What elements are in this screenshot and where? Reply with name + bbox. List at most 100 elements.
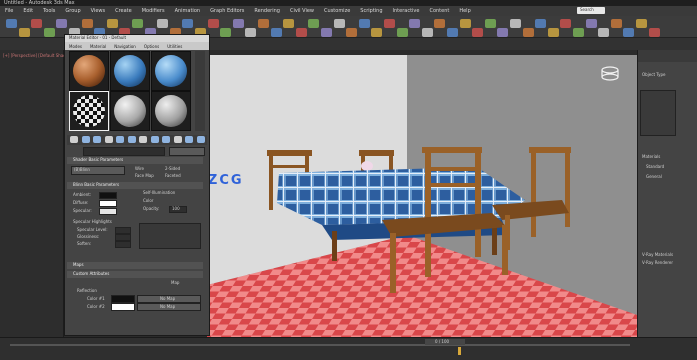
faceted-checkbox[interactable]: Faceted	[165, 173, 181, 178]
perspective-viewport[interactable]	[207, 55, 637, 337]
menu-item-tools[interactable]: Tools	[38, 8, 60, 14]
diffuse-swatch[interactable]	[99, 200, 117, 207]
toolbar-tool-icon[interactable]	[358, 19, 370, 28]
toolbar-tool-icon[interactable]	[510, 19, 521, 28]
toolbar-tool-icon[interactable]	[547, 28, 559, 37]
me-menu-options[interactable]: Options	[140, 44, 163, 49]
material-type-button[interactable]	[169, 147, 205, 156]
toolbar-tool-icon[interactable]	[598, 28, 610, 37]
toolbar-tool-icon[interactable]	[258, 19, 269, 28]
maps-rollout-header[interactable]: Maps	[67, 262, 203, 269]
toolbar-tool-icon[interactable]	[585, 19, 597, 28]
menu-item-customize[interactable]: Customize	[319, 8, 355, 14]
me-menu-utilities[interactable]: Utilities	[163, 44, 186, 49]
soften-spinner[interactable]	[115, 241, 131, 248]
face-map-checkbox[interactable]: Face Map	[135, 173, 154, 178]
toolbar-tool-icon[interactable]	[623, 28, 635, 37]
menu-item-graph-editors[interactable]: Graph Editors	[205, 8, 249, 14]
menu-item-interactive[interactable]: Interactive	[388, 8, 425, 14]
toolbar-tool-icon[interactable]	[610, 19, 622, 28]
toolbar-tool-icon[interactable]	[245, 28, 257, 37]
toolbar-tool-icon[interactable]	[295, 28, 307, 37]
toolbar-tool-icon[interactable]	[270, 28, 282, 37]
material-slot-wood[interactable]	[69, 51, 109, 91]
custom-attributes-rollout-header[interactable]: Custom Attributes	[67, 271, 203, 278]
toolbar-tool-icon[interactable]	[308, 19, 320, 28]
menu-item-scripting[interactable]: Scripting	[355, 8, 387, 14]
material-tool-icon[interactable]	[70, 136, 78, 143]
color-a-map-button[interactable]: No Map	[137, 295, 201, 303]
menu-item-content[interactable]: Content	[424, 8, 454, 14]
shader-rollout-header[interactable]: Shader Basic Parameters	[67, 157, 203, 164]
menu-item-views[interactable]: Views	[86, 8, 110, 14]
menu-item-animation[interactable]: Animation	[170, 8, 206, 14]
menu-item-edit[interactable]: Edit	[18, 8, 38, 14]
toolbar-tool-icon[interactable]	[43, 28, 55, 37]
toolbar-tool-icon[interactable]	[522, 28, 534, 37]
material-tool-icon[interactable]	[150, 136, 159, 143]
toolbar-tool-icon[interactable]	[321, 28, 332, 37]
time-slider-track[interactable]	[10, 344, 630, 346]
toolbar-tool-icon[interactable]	[472, 28, 484, 37]
color-a-swatch[interactable]	[111, 295, 135, 303]
ambient-swatch[interactable]	[99, 192, 117, 199]
toolbar-tool-icon[interactable]	[346, 28, 358, 37]
wire-checkbox[interactable]: Wire	[135, 166, 144, 171]
material-tool-icon[interactable]	[196, 136, 205, 143]
toolbar-tool-icon[interactable]	[232, 19, 244, 28]
menu-search-field[interactable]: Search	[577, 7, 605, 14]
toolbar-tool-icon[interactable]	[535, 19, 547, 28]
material-tool-icon[interactable]	[81, 136, 90, 143]
toolbar-tool-icon[interactable]	[106, 19, 118, 28]
color-b-swatch[interactable]	[111, 303, 135, 311]
toolbar-tool-icon[interactable]	[648, 28, 660, 37]
toolbar-tool-icon[interactable]	[56, 19, 68, 28]
toolbar-tool-icon[interactable]	[384, 19, 395, 28]
specular-swatch[interactable]	[99, 208, 117, 215]
material-slot-plaid-2[interactable]	[151, 51, 191, 91]
me-menu-navigation[interactable]: Navigation	[110, 44, 140, 49]
toolbar-tool-icon[interactable]	[132, 19, 143, 28]
material-slot-grey-2[interactable]	[151, 91, 191, 131]
toolbar-tool-icon[interactable]	[18, 28, 30, 37]
material-slot-checker[interactable]	[69, 91, 109, 131]
toolbar-tool-icon[interactable]	[31, 19, 43, 28]
toolbar-tool-icon[interactable]	[497, 28, 509, 37]
material-name-field[interactable]	[83, 147, 165, 156]
menu-item-civil-view[interactable]: Civil View	[285, 8, 319, 14]
toolbar-tool-icon[interactable]	[283, 19, 295, 28]
toolbar-tool-icon[interactable]	[81, 19, 93, 28]
toolbar-tool-icon[interactable]	[459, 19, 471, 28]
toolbar-tool-icon[interactable]	[182, 19, 194, 28]
opacity-spinner[interactable]: 100	[169, 206, 187, 213]
me-menu-material[interactable]: Material	[86, 44, 110, 49]
material-tool-icon[interactable]	[173, 136, 182, 143]
time-slider-handle[interactable]: 0 / 100	[425, 339, 465, 345]
toolbar-tool-icon[interactable]	[434, 19, 446, 28]
me-menu-modes[interactable]: Modes	[65, 44, 86, 49]
menu-item-create[interactable]: Create	[110, 8, 137, 14]
toolbar-tool-icon[interactable]	[447, 28, 458, 37]
color-b-map-button[interactable]: No Map	[137, 303, 201, 311]
shader-dropdown[interactable]: (B)Blinn	[71, 166, 125, 175]
material-tool-icon[interactable]	[127, 136, 136, 143]
glossiness-spinner[interactable]	[115, 234, 131, 241]
toolbar-tool-icon[interactable]	[6, 19, 17, 28]
toolbar-tool-icon[interactable]	[636, 19, 647, 28]
material-tool-icon[interactable]	[116, 136, 124, 143]
material-tool-icon[interactable]	[104, 136, 113, 143]
spec-level-spinner[interactable]	[115, 227, 131, 234]
toolbar-tool-icon[interactable]	[207, 19, 219, 28]
menu-item-file[interactable]: File	[0, 8, 18, 14]
material-tool-icon[interactable]	[162, 136, 170, 143]
material-tool-icon[interactable]	[185, 136, 193, 143]
toolbar-tool-icon[interactable]	[220, 28, 232, 37]
toolbar-tool-icon[interactable]	[396, 28, 408, 37]
menu-item-group[interactable]: Group	[60, 8, 85, 14]
menu-item-help[interactable]: Help	[454, 8, 475, 14]
toolbar-tool-icon[interactable]	[371, 28, 383, 37]
toolbar-tool-icon[interactable]	[573, 28, 584, 37]
toolbar-tool-icon[interactable]	[560, 19, 572, 28]
material-tool-icon[interactable]	[93, 136, 101, 143]
toolbar-tool-icon[interactable]	[484, 19, 496, 28]
